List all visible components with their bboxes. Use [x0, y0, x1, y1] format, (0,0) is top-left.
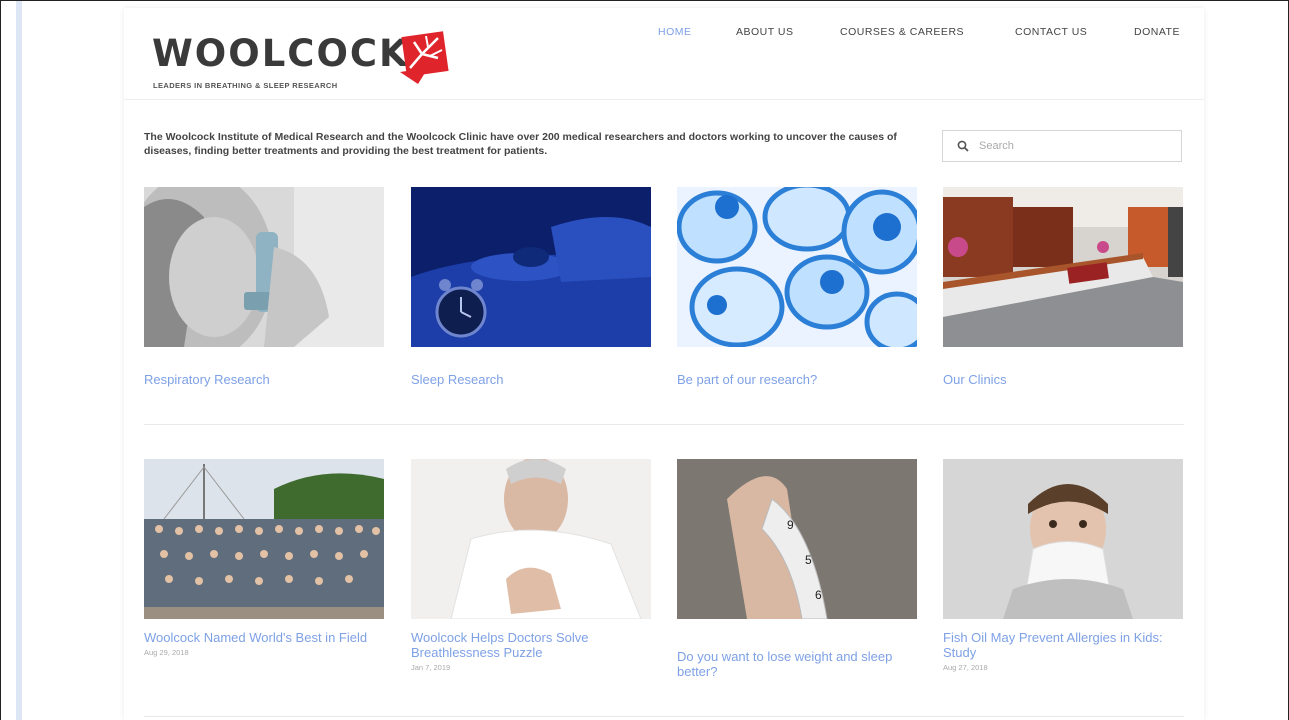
news-date: Aug 29, 2018 — [144, 648, 189, 657]
breathlessness-photo[interactable] — [411, 459, 651, 619]
feature-title[interactable]: Respiratory Research — [144, 372, 384, 387]
nav-item-about-us[interactable]: ABOUT US — [736, 26, 793, 38]
news-title[interactable]: Woolcock Helps Doctors Solve Breathlessn… — [411, 630, 651, 660]
news-title[interactable]: Do you want to lose weight and sleep bet… — [677, 649, 917, 679]
news-tile-weight-sleep[interactable]: 9 5 6 Do you want to lose weight and sle… — [677, 459, 917, 679]
search-box[interactable] — [942, 130, 1182, 162]
group-photo[interactable] — [144, 459, 384, 619]
svg-text:5: 5 — [805, 553, 812, 567]
section-divider — [144, 716, 1184, 717]
inhaler-photo[interactable] — [144, 187, 384, 347]
child-allergy-photo[interactable] — [943, 459, 1183, 619]
feature-title[interactable]: Sleep Research — [411, 372, 651, 387]
news-title[interactable]: Fish Oil May Prevent Allergies in Kids: … — [943, 630, 1183, 660]
news-tile-worlds-best[interactable]: Woolcock Named World's Best in Field Aug… — [144, 459, 384, 657]
news-title[interactable]: Woolcock Named World's Best in Field — [144, 630, 384, 645]
nav-item-home[interactable]: HOME — [658, 26, 692, 38]
intro-text: The Woolcock Institute of Medical Resear… — [144, 131, 897, 157]
news-tile-fish-oil[interactable]: Fish Oil May Prevent Allergies in Kids: … — [943, 459, 1183, 672]
browser-frame: WOOLCOCK LEADERS IN BREATHING & SLEEP RE… — [0, 0, 1289, 720]
news-date: Jan 7, 2019 — [411, 663, 451, 672]
logo-tagline: LEADERS IN BREATHING & SLEEP RESEARCH — [153, 81, 338, 90]
cells-photo[interactable] — [677, 187, 917, 347]
feature-tile-clinics[interactable]: Our Clinics — [943, 187, 1183, 387]
sleep-photo[interactable] — [411, 187, 651, 347]
feature-tile-respiratory[interactable]: Respiratory Research — [144, 187, 384, 387]
svg-text:9: 9 — [787, 518, 794, 532]
news-tile-breathlessness[interactable]: Woolcock Helps Doctors Solve Breathlessn… — [411, 459, 651, 672]
feature-title[interactable]: Our Clinics — [943, 372, 1183, 387]
nav-item-donate[interactable]: DONATE — [1134, 26, 1180, 38]
svg-text:6: 6 — [815, 588, 822, 602]
site-header: WOOLCOCK LEADERS IN BREATHING & SLEEP RE… — [124, 8, 1204, 100]
left-accent-bar — [16, 1, 22, 720]
feature-tile-research[interactable]: Be part of our research? — [677, 187, 917, 387]
section-divider — [144, 424, 1184, 425]
search-icon — [957, 140, 969, 152]
tape-measure-photo[interactable]: 9 5 6 — [677, 459, 917, 619]
nav-item-courses-careers[interactable]: COURSES & CAREERS — [840, 26, 964, 38]
feature-title[interactable]: Be part of our research? — [677, 372, 917, 387]
frame-border-left — [0, 0, 1, 720]
frame-border-top — [0, 0, 1289, 1]
nav-item-contact-us[interactable]: CONTACT US — [1015, 26, 1087, 38]
web-page: WOOLCOCK LEADERS IN BREATHING & SLEEP RE… — [124, 8, 1204, 720]
search-input[interactable] — [979, 137, 1169, 155]
main-nav: HOME ABOUT US COURSES & CAREERS CONTACT … — [124, 26, 1204, 46]
feature-tile-sleep[interactable]: Sleep Research — [411, 187, 651, 387]
news-date: Aug 27, 2018 — [943, 663, 988, 672]
clinic-photo[interactable] — [943, 187, 1183, 347]
